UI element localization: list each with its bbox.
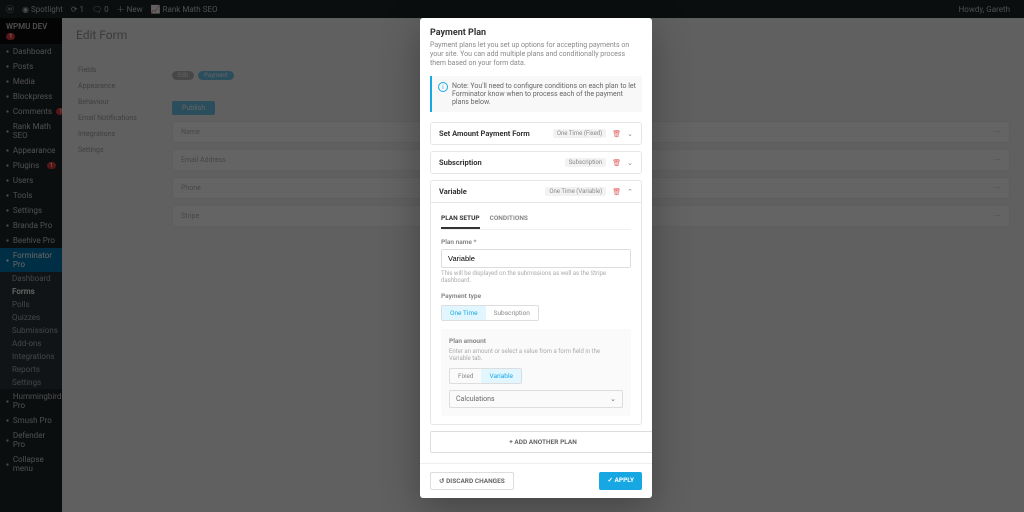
payment-type-label: Payment type: [441, 292, 631, 300]
plan-name-input[interactable]: [441, 249, 631, 268]
info-icon: i: [438, 82, 448, 92]
plan-type-tag: One Time (Variable): [545, 187, 606, 196]
plan-type-tag: Subscription: [565, 158, 607, 167]
trash-icon[interactable]: 🗑: [612, 159, 621, 167]
modal-overlay[interactable]: Payment Plan Payment plans let you set u…: [0, 0, 1024, 512]
plan-accordion: Variable One Time (Variable) 🗑 ⌃ PLAN SETUP C…: [430, 180, 642, 425]
plan-name-label: Plan name *: [441, 238, 631, 246]
trash-icon[interactable]: 🗑: [612, 188, 621, 196]
trash-icon[interactable]: 🗑: [612, 130, 621, 138]
amount-mode-segment: FixedVariable: [449, 368, 522, 384]
payment-type-subscription[interactable]: Subscription: [486, 306, 538, 320]
chevron-down-icon[interactable]: ⌄: [627, 130, 633, 138]
plan-body: PLAN SETUP CONDITIONS Plan name * This will…: [431, 202, 641, 424]
info-note: i Note: You'll need to configure conditi…: [430, 76, 642, 112]
modal-description: Payment plans let you set up options for…: [430, 41, 642, 68]
payment-type-one-time[interactable]: One Time: [442, 306, 486, 320]
plan-accordion: SubscriptionSubscription🗑⌄: [430, 151, 642, 174]
modal-footer: ↺ DISCARD CHANGES ✓ APPLY: [420, 463, 652, 498]
tab-conditions[interactable]: CONDITIONS: [490, 211, 528, 229]
plan-header[interactable]: VariableOne Time (Variable)🗑⌃: [431, 181, 641, 202]
chevron-down-icon: ⌄: [610, 395, 616, 403]
plan-accordion: Set Amount Payment FormOne Time (Fixed)🗑…: [430, 122, 642, 145]
chevron-down-icon[interactable]: ⌄: [627, 159, 633, 167]
plan-name-help: This will be displayed on the submission…: [441, 270, 631, 284]
plan-header[interactable]: Set Amount Payment FormOne Time (Fixed)🗑…: [431, 123, 641, 144]
plan-amount-help: Enter an amount or select a value from a…: [449, 348, 623, 362]
plan-type-tag: One Time (Fixed): [553, 129, 606, 138]
plan-amount-label: Plan amount: [449, 337, 623, 345]
modal-title: Payment Plan: [430, 28, 642, 38]
amount-mode-fixed[interactable]: Fixed: [450, 369, 481, 383]
add-another-plan-button[interactable]: + ADD ANOTHER PLAN: [430, 431, 652, 453]
chevron-up-icon[interactable]: ⌃: [627, 188, 633, 196]
plan-header[interactable]: SubscriptionSubscription🗑⌄: [431, 152, 641, 173]
tab-plan-setup[interactable]: PLAN SETUP: [441, 211, 480, 229]
apply-button[interactable]: ✓ APPLY: [599, 472, 642, 490]
payment-type-segment: One TimeSubscription: [441, 305, 539, 321]
discard-button[interactable]: ↺ DISCARD CHANGES: [430, 472, 514, 490]
payment-plan-modal: Payment Plan Payment plans let you set u…: [420, 18, 652, 498]
amount-mode-variable[interactable]: Variable: [481, 369, 521, 383]
amount-source-select[interactable]: Calculations⌄: [449, 390, 623, 408]
